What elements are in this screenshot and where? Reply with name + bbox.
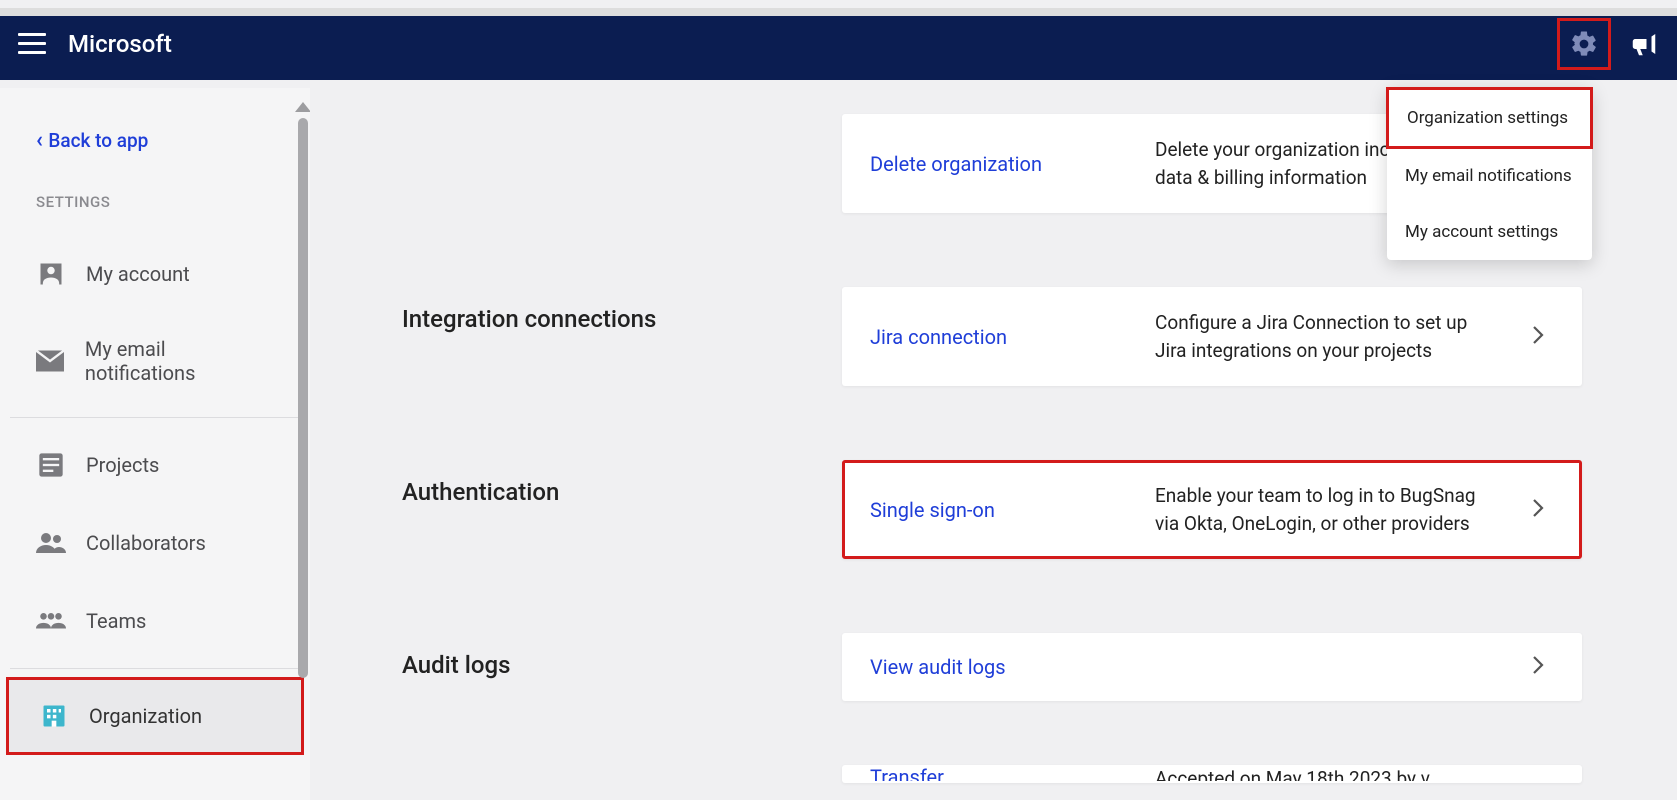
chevron-right-icon [1530,325,1554,349]
card-jira-connection[interactable]: Jira connection Configure a Jira Connect… [842,287,1582,386]
sidebar-item-projects[interactable]: Projects [0,426,310,504]
sidebar-item-label: My email notifications [85,337,274,385]
card-link[interactable]: Single sign-on [870,498,1125,522]
teams-icon [36,606,66,636]
section-integration-connections: Integration connections Jira connection … [402,287,1637,396]
sidebar-item-my-account[interactable]: My account [0,235,310,313]
section-title: Audit logs [402,633,842,679]
sidebar-item-label: Organization [89,704,202,728]
sidebar-item-label: My account [86,262,190,286]
header-bar: Microsoft [0,8,1677,80]
megaphone-icon[interactable] [1629,29,1659,59]
card-single-sign-on[interactable]: Single sign-on Enable your team to log i… [842,460,1582,559]
organization-icon [39,701,69,731]
projects-icon [36,450,66,480]
header-right [1557,18,1665,70]
chevron-right-icon [1530,498,1554,522]
sidebar-item-label: Teams [86,609,146,633]
sidebar-item-email-notifications[interactable]: My email notifications [0,313,310,409]
section-title: Authentication [402,460,842,506]
chevron-right-icon [1530,655,1554,679]
sidebar-scrollbar[interactable] [294,96,310,800]
back-to-app-link[interactable]: Back to app [0,88,310,183]
settings-gear-button[interactable] [1557,18,1611,70]
card-desc: Enable your team to log in to BugSnag vi… [1155,482,1500,537]
sidebar-item-teams[interactable]: Teams [0,582,310,660]
hamburger-icon[interactable] [18,33,46,55]
brand-title: Microsoft [68,30,172,58]
sidebar-item-collaborators[interactable]: Collaborators [0,504,310,582]
dropdown-item-organization-settings[interactable]: Organization settings [1386,87,1593,149]
dropdown-item-account-settings[interactable]: My account settings [1387,204,1592,260]
person-icon [36,259,66,289]
card-view-audit-logs[interactable]: View audit logs [842,633,1582,701]
dropdown-item-email-notifications[interactable]: My email notifications [1387,148,1592,204]
gear-icon [1569,29,1599,59]
section-authentication: Authentication Single sign-on Enable you… [402,460,1637,569]
card-transfer[interactable]: Transfer Accepted on May 18th 2023 by v [842,765,1582,783]
sidebar-item-organization[interactable]: Organization [6,677,304,755]
collaborators-icon [36,528,66,558]
sidebar-divider [10,417,300,418]
settings-dropdown: Organization settings My email notificat… [1387,88,1592,260]
sidebar-item-label: Projects [86,453,159,477]
section-legal-compliance: Legal & compliance Transfer Accepted on … [402,765,1637,793]
card-desc: Configure a Jira Connection to set up Ji… [1155,309,1500,364]
sidebar-divider [10,668,300,669]
sidebar-section-label: SETTINGS [0,183,310,235]
section-title [402,88,842,106]
card-link[interactable]: Transfer [870,765,1125,781]
section-title: Integration connections [402,287,842,333]
sidebar: Back to app SETTINGS My account My email… [0,88,310,800]
card-link[interactable]: View audit logs [870,655,1125,679]
section-title: Legal & compliance [402,765,842,783]
card-desc: Accepted on May 18th 2023 by v [1155,765,1554,781]
email-icon [36,346,65,376]
section-audit-logs: Audit logs View audit logs [402,633,1637,711]
card-link[interactable]: Delete organization [870,152,1125,176]
card-link[interactable]: Jira connection [870,325,1125,349]
sidebar-item-label: Collaborators [86,531,206,555]
